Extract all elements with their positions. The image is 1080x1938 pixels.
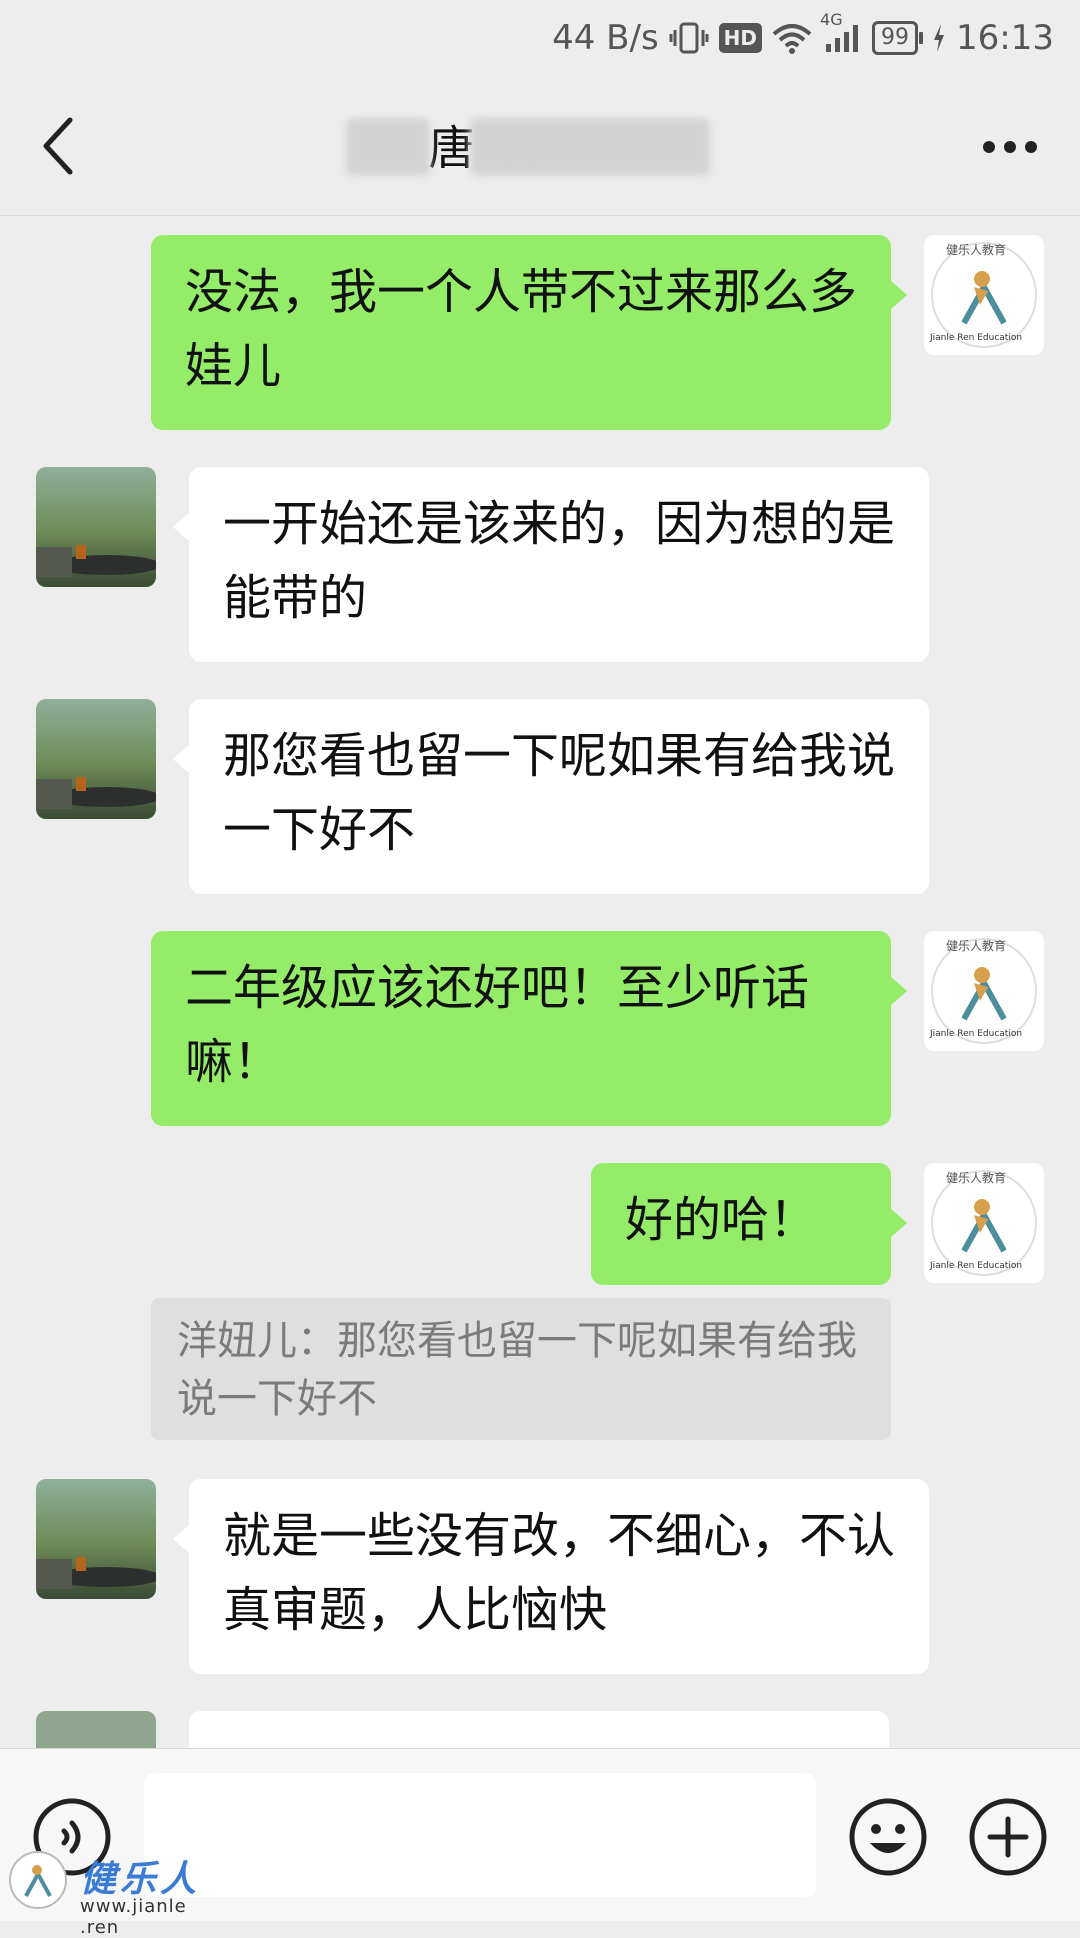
emoji-button[interactable]	[848, 1797, 928, 1877]
chat-header: 唐 君1 75	[0, 76, 1080, 216]
more-functions-button[interactable]	[968, 1797, 1048, 1877]
signal-label: 4G	[820, 10, 843, 29]
avatar-top-text: 健乐人教育	[946, 243, 1007, 257]
redaction-blur	[470, 118, 710, 176]
contact-avatar[interactable]	[36, 1479, 156, 1599]
message-bubble[interactable]: 好的哈！	[591, 1163, 891, 1285]
avatar-top-text: 健乐人教育	[946, 939, 1007, 953]
contact-avatar[interactable]	[36, 467, 156, 587]
contact-avatar[interactable]	[36, 1711, 156, 1748]
wifi-icon	[772, 22, 812, 54]
message-input[interactable]	[144, 1773, 816, 1897]
clock: 16:13	[956, 18, 1054, 58]
message-bubble[interactable]: 二年级应该还好吧！至少听话嘛！	[151, 931, 891, 1126]
my-avatar[interactable]: 健乐人教育 Jianle Ren Education	[924, 931, 1044, 1051]
charging-icon	[932, 23, 946, 53]
hd-badge: HD	[718, 23, 763, 53]
status-bar: 44 B/s HD 4G 99 16:13	[0, 0, 1080, 76]
avatar-top-text: 健乐人教育	[946, 1171, 1007, 1185]
watermark-url: www.jianle .ren	[80, 1896, 187, 1938]
message-bubble[interactable]: 没法，我一个人带不过来那么多娃儿	[151, 235, 891, 430]
back-button[interactable]	[36, 114, 86, 178]
more-dots-icon	[983, 141, 1037, 153]
watermark-brand: 健乐人	[80, 1858, 201, 1900]
message-bubble[interactable]	[189, 1711, 889, 1748]
message-bubble[interactable]: 一开始还是该来的，因为想的是能带的	[189, 467, 929, 662]
battery-indicator: 99	[872, 21, 924, 55]
redaction-blur	[346, 118, 430, 176]
watermark-logo-icon	[9, 1851, 67, 1909]
more-options-button[interactable]	[982, 138, 1038, 156]
plus-icon	[969, 1798, 1047, 1876]
message-bubble[interactable]: 就是一些没有改，不细心，不认真审题，人比恼快	[189, 1479, 929, 1674]
chevron-left-icon	[43, 117, 73, 175]
contact-avatar[interactable]	[36, 699, 156, 819]
watermark: 健乐人 www.jianle .ren	[6, 1848, 216, 1938]
avatar-bottom-text: Jianle Ren Education	[930, 1029, 1023, 1039]
emoji-icon	[849, 1798, 927, 1876]
avatar-bottom-text: Jianle Ren Education	[930, 333, 1023, 343]
quoted-message[interactable]: 洋妞儿：那您看也留一下呢如果有给我说一下好不	[151, 1298, 891, 1440]
vibrate-icon	[669, 21, 709, 55]
my-avatar[interactable]: 健乐人教育 Jianle Ren Education	[924, 235, 1044, 355]
net-speed: 44 B/s	[552, 18, 659, 58]
my-avatar[interactable]: 健乐人教育 Jianle Ren Education	[924, 1163, 1044, 1283]
avatar-bottom-text: Jianle Ren Education	[930, 1261, 1023, 1271]
message-bubble[interactable]: 那您看也留一下呢如果有给我说一下好不	[189, 699, 929, 894]
cellular-signal-icon: 4G	[820, 10, 862, 54]
